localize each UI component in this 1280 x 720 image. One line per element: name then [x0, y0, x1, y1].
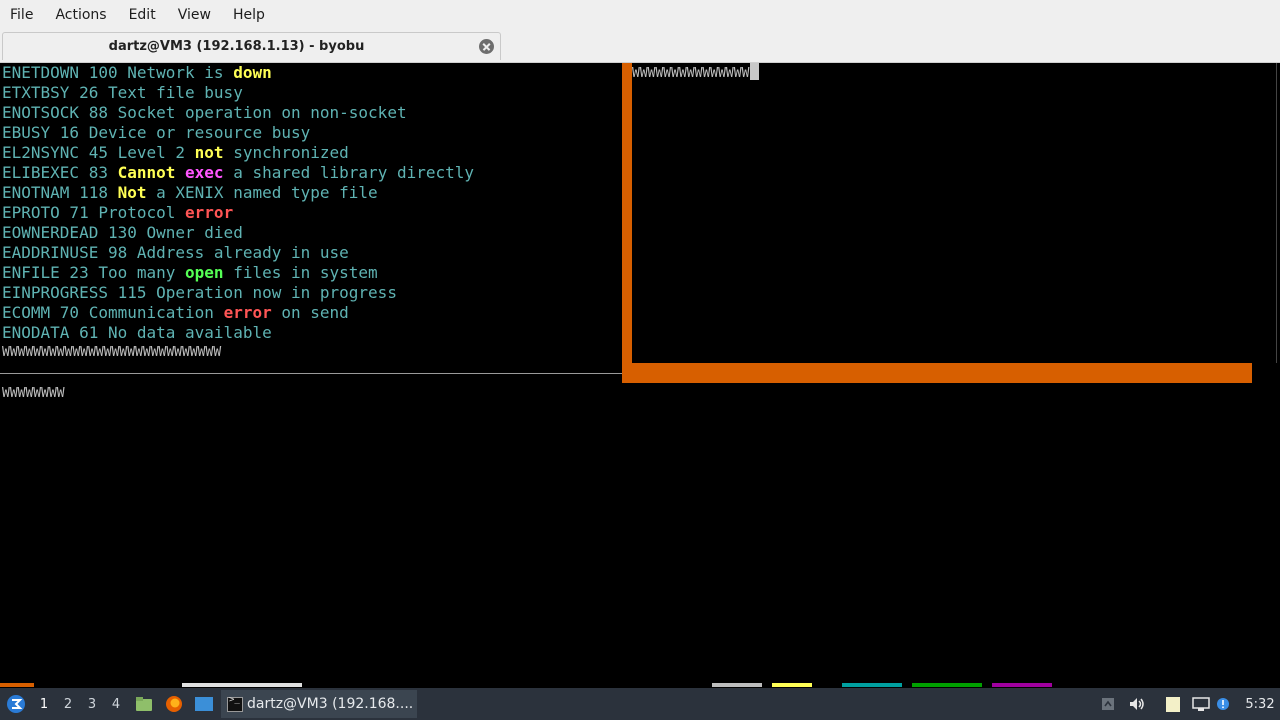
- terminal-line: ENODATA 61 No data available: [2, 323, 272, 343]
- workspace-4[interactable]: 4: [105, 688, 127, 720]
- status-segment: [772, 683, 812, 687]
- terminal-line: ENFILE 23 Too many open files in system: [2, 263, 378, 283]
- terminal-line: ELIBEXEC 83 Cannot exec a shared library…: [2, 163, 474, 183]
- status-segment: [712, 683, 762, 687]
- pane-top-right: WWWWWWWWWWWWWWW: [632, 63, 760, 83]
- taskbar: 1 2 3 4 dartz@VM3 (192.168.... 5:32: [0, 688, 1280, 720]
- workspace-1[interactable]: 1: [33, 688, 55, 720]
- close-icon[interactable]: [479, 39, 494, 54]
- byobu-status-strip: [0, 683, 1280, 687]
- terminal-text-segment: EOWNERDEAD 130 Owner died: [2, 223, 243, 242]
- taskbar-window-button[interactable]: dartz@VM3 (192.168....: [221, 690, 417, 718]
- terminal-line: EINPROGRESS 115 Operation now in progres…: [2, 283, 397, 303]
- network-icon[interactable]: [1190, 688, 1212, 720]
- terminal-line: ENETDOWN 100 Network is down: [2, 63, 272, 83]
- terminal-line: ENOTSOCK 88 Socket operation on non-sock…: [2, 103, 407, 123]
- menu-bar: File Actions Edit View Help: [0, 0, 1280, 30]
- menu-view[interactable]: View: [167, 7, 222, 23]
- terminal-text-segment: files in system: [223, 263, 378, 282]
- terminal-line: EADDRINUSE 98 Address already in use: [2, 243, 349, 263]
- terminal-text-segment: down: [233, 63, 272, 82]
- terminal-text-segment: Not: [117, 183, 147, 202]
- terminal-text-segment: on send: [271, 303, 349, 322]
- notes-icon[interactable]: [1162, 688, 1184, 720]
- terminal-line: ENOTNAM 118 Not a XENIX named type file: [2, 183, 378, 203]
- pane-top-right-text: WWWWWWWWWWWWWWW: [632, 66, 750, 81]
- workspace-3[interactable]: 3: [81, 688, 103, 720]
- terminal-text-segment: ENFILE 23 Too many: [2, 263, 186, 282]
- terminal-text-segment: open: [185, 263, 224, 282]
- terminal-area[interactable]: ENETDOWN 100 Network is down ETXTBSY 26 T…: [0, 63, 1280, 683]
- terminal-cursor: [750, 63, 760, 80]
- active-pane-border-left: [622, 63, 632, 383]
- file-manager-icon[interactable]: [133, 688, 155, 720]
- menu-file[interactable]: File: [0, 7, 44, 23]
- firefox-icon[interactable]: [163, 688, 185, 720]
- terminal-text-segment: ENETDOWN 100 Network is: [2, 63, 234, 82]
- terminal-text-segment: ENODATA 61 No data available: [2, 323, 272, 342]
- status-segment: [0, 683, 34, 687]
- taskbar-window-label: dartz@VM3 (192.168....: [247, 696, 414, 712]
- terminal-text-segment: ELIBEXEC 83: [2, 163, 118, 182]
- terminal-text-segment: Cannot: [117, 163, 176, 182]
- terminal-text-segment: a XENIX named type file: [146, 183, 378, 202]
- terminal-text-segment: not: [194, 143, 224, 162]
- volume-icon[interactable]: [1126, 688, 1148, 720]
- tab-title: dartz@VM3 (192.168.1.13) - byobu: [108, 39, 365, 54]
- terminal-line: ECOMM 70 Communication error on send: [2, 303, 349, 323]
- terminal-text-segment: EBUSY 16 Device or resource busy: [2, 123, 311, 142]
- status-segment: [992, 683, 1052, 687]
- menu-help[interactable]: Help: [222, 7, 276, 23]
- clock[interactable]: 5:32: [1240, 688, 1280, 720]
- terminal-line: EBUSY 16 Device or resource busy: [2, 123, 310, 143]
- terminal-text-segment: ENOTSOCK 88 Socket operation on non-sock…: [2, 103, 407, 122]
- terminal-text-segment: EINPROGRESS 115 Operation now in progres…: [2, 283, 397, 302]
- terminal-text-segment: EL2NSYNC 45 Level 2: [2, 143, 195, 162]
- tab-bar: dartz@VM3 (192.168.1.13) - byobu: [0, 30, 1280, 63]
- terminal-text-segment: EADDRINUSE 98 Address already in use: [2, 243, 349, 262]
- terminal-text-segment: exec: [185, 163, 224, 182]
- terminal-text-segment: error: [223, 303, 272, 322]
- status-segment: [842, 683, 902, 687]
- terminal-text-segment: a shared library directly: [223, 163, 475, 182]
- desktop-icon[interactable]: [192, 688, 216, 720]
- terminal-tab[interactable]: dartz@VM3 (192.168.1.13) - byobu: [2, 32, 501, 60]
- terminal-text-segment: ENOTNAM 118: [2, 183, 118, 202]
- terminal-text-segment: EPROTO 71 Protocol: [2, 203, 186, 222]
- terminal-line: EOWNERDEAD 130 Owner died: [2, 223, 243, 243]
- terminal-text-segment: ECOMM 70 Communication: [2, 303, 224, 322]
- terminal-line: ETXTBSY 26 Text file busy: [2, 83, 243, 103]
- menu-actions[interactable]: Actions: [44, 7, 117, 23]
- tray-expand-icon[interactable]: [1098, 688, 1118, 720]
- terminal-line: EPROTO 71 Protocol error: [2, 203, 233, 223]
- pane-edge: [1276, 63, 1277, 363]
- pane-top-left-tail: WWWWWWWWWWWWWWWWWWWWWWWWWWWW: [2, 345, 222, 360]
- workspace-2[interactable]: 2: [57, 688, 79, 720]
- notification-icon[interactable]: [1214, 688, 1232, 720]
- pane-divider: [0, 373, 622, 374]
- start-menu-icon[interactable]: [2, 688, 30, 720]
- terminal-line: EL2NSYNC 45 Level 2 not synchronized: [2, 143, 349, 163]
- terminal-icon: [227, 695, 243, 712]
- pane-bottom-text: WWWWWWWW: [2, 386, 65, 401]
- status-segment: [182, 683, 302, 687]
- status-segment: [912, 683, 982, 687]
- terminal-text-segment: synchronized: [223, 143, 349, 162]
- menu-edit[interactable]: Edit: [118, 7, 167, 23]
- active-pane-border-bottom: [622, 363, 1252, 383]
- terminal-text-segment: ETXTBSY 26 Text file busy: [2, 83, 243, 102]
- terminal-text-segment: error: [185, 203, 234, 222]
